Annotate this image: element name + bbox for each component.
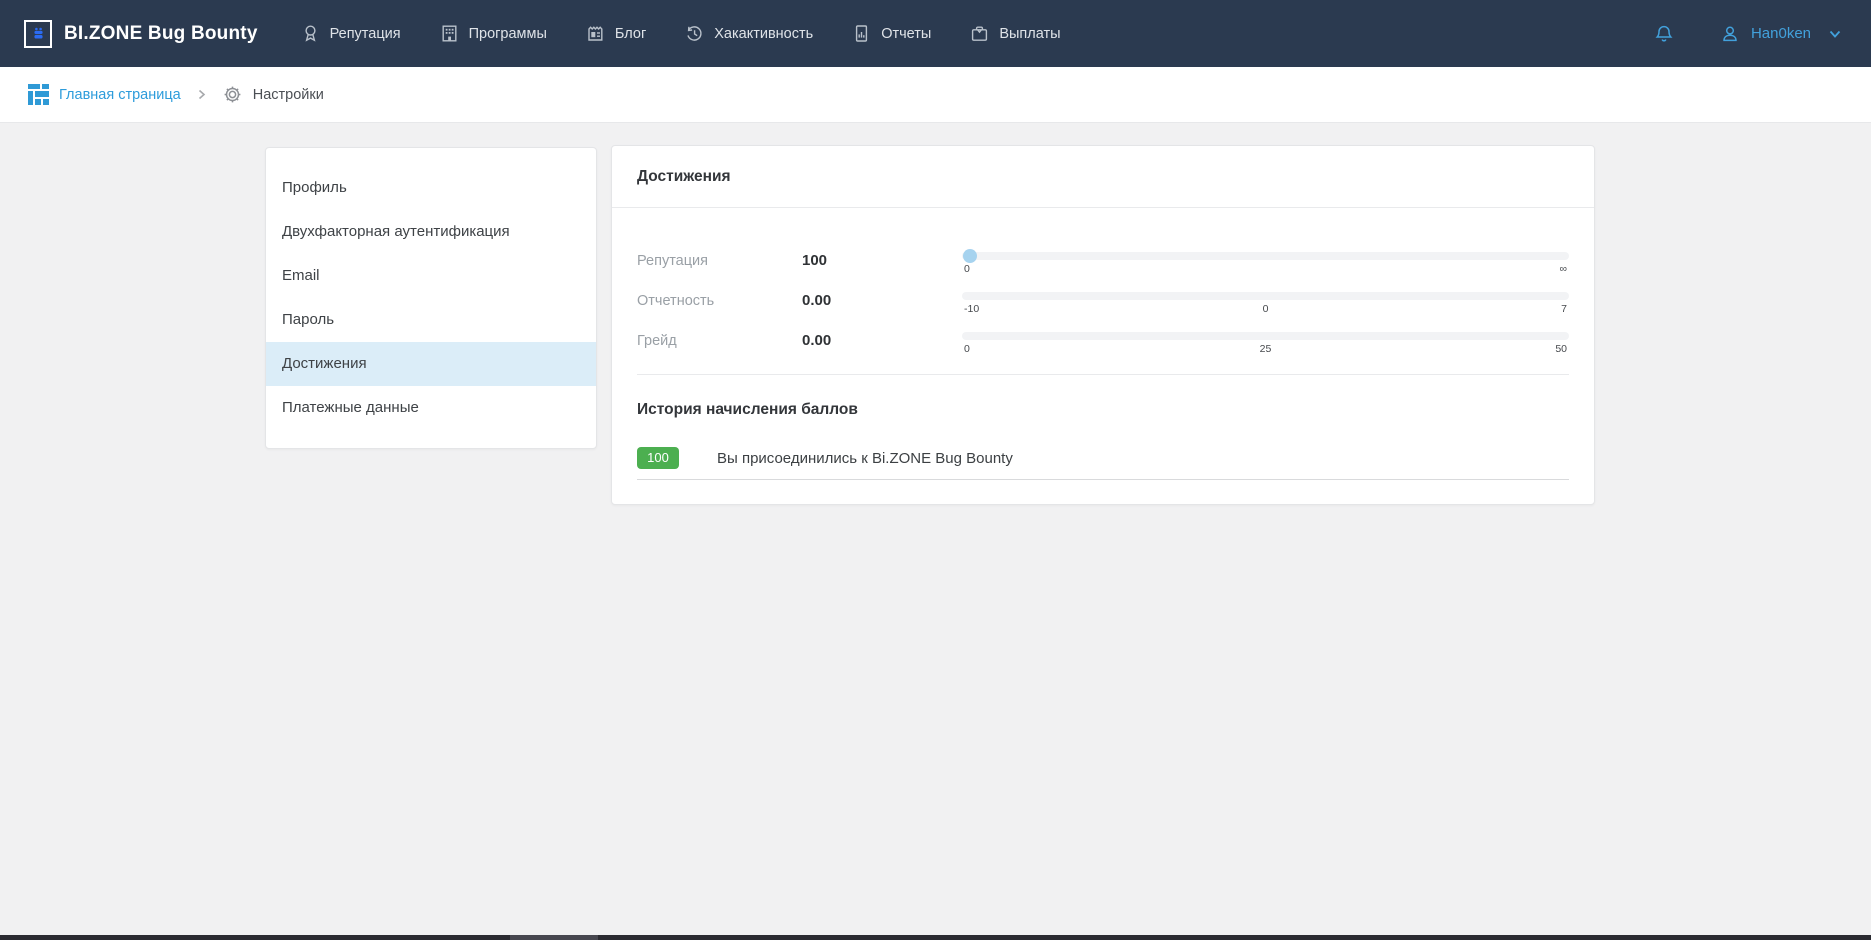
tick-max: 7 <box>1561 303 1567 315</box>
footer-edge <box>0 935 1871 940</box>
section-divider <box>637 374 1569 375</box>
sidebar-item-password[interactable]: Пароль <box>266 298 596 342</box>
chevron-down-icon <box>1827 26 1843 42</box>
nav-item-label: Хакактивность <box>714 26 813 42</box>
nav-item-reports[interactable]: Отчеты <box>851 23 931 44</box>
nav-item-label: Репутация <box>330 26 401 42</box>
metrics-section: Репутация 100 0 ∞ Отчетность 0.00 <box>612 208 1594 372</box>
metric-value: 0.00 <box>802 332 962 349</box>
nav-item-label: Отчеты <box>881 26 931 42</box>
breadcrumb: Главная страница Настройки <box>0 67 1871 123</box>
footer-edge-segment <box>510 935 598 940</box>
breadcrumb-current: Настройки <box>222 84 324 105</box>
slider-ticks: 0 25 50 <box>962 343 1569 357</box>
sidebar-item-email[interactable]: Email <box>266 254 596 298</box>
breadcrumb-home-link[interactable]: Главная страница <box>28 84 181 105</box>
history-section: История начисления баллов 100 Вы присоед… <box>612 401 1594 480</box>
nav-item-blog[interactable]: Блог <box>585 23 646 44</box>
sidebar-item-payment-data[interactable]: Платежные данные <box>266 386 596 430</box>
brand-logo[interactable]: BI.ZONE Bug Bounty <box>24 20 258 48</box>
dashboard-icon <box>28 84 49 105</box>
nav-item-hackactivity[interactable]: Хакактивность <box>684 23 813 44</box>
tick-max: ∞ <box>1560 263 1568 275</box>
brand-title: BI.ZONE Bug Bounty <box>64 23 258 45</box>
slider-track <box>962 252 1569 260</box>
metric-value: 0.00 <box>802 292 962 309</box>
bug-logo-icon <box>24 20 52 48</box>
nav-item-label: Блог <box>615 26 646 42</box>
points-badge: 100 <box>637 447 679 469</box>
history-entry: 100 Вы присоединились к Bi.ZONE Bug Boun… <box>637 447 1569 480</box>
history-title: История начисления баллов <box>637 401 1569 419</box>
sidebar-item-2fa[interactable]: Двухфакторная аутентификация <box>266 210 596 254</box>
report-icon <box>851 23 872 44</box>
person-icon <box>1719 23 1741 45</box>
building-icon <box>439 23 460 44</box>
user-menu[interactable]: Han0ken <box>1719 23 1843 45</box>
breadcrumb-current-label: Настройки <box>253 87 324 103</box>
metric-value: 100 <box>802 252 962 269</box>
nav-item-programs[interactable]: Программы <box>439 23 547 44</box>
metric-row-reputation: Репутация 100 0 ∞ <box>637 252 1569 292</box>
tick-mid: 25 <box>1260 343 1272 355</box>
breadcrumb-separator-icon <box>195 88 208 101</box>
main-navigation: Репутация Программы <box>300 23 1061 44</box>
achievements-card: Достижения Репутация 100 0 ∞ Отчетн <box>611 145 1595 505</box>
slider-knob <box>963 249 977 263</box>
slider-ticks: 0 ∞ <box>962 263 1569 277</box>
bell-icon[interactable] <box>1653 23 1675 45</box>
metric-row-reporting: Отчетность 0.00 -10 0 7 <box>637 292 1569 332</box>
tick-mid: 0 <box>1263 303 1269 315</box>
navbar-right: Han0ken <box>1653 23 1843 45</box>
slider-ticks: -10 0 7 <box>962 303 1569 317</box>
tick-min: -10 <box>964 303 979 315</box>
slider-track <box>962 332 1569 340</box>
breadcrumb-home-label: Главная страница <box>59 87 181 103</box>
nav-item-label: Программы <box>469 26 547 42</box>
card-title: Достижения <box>612 146 1594 208</box>
tick-min: 0 <box>964 343 970 355</box>
tick-min: 0 <box>964 263 970 275</box>
history-entry-text: Вы присоединились к Bi.ZONE Bug Bounty <box>717 450 1013 467</box>
medal-icon <box>300 23 321 44</box>
metric-row-grade: Грейд 0.00 0 25 50 <box>637 332 1569 372</box>
username: Han0ken <box>1751 25 1811 42</box>
nav-item-payouts[interactable]: Выплаты <box>969 23 1060 44</box>
metric-label: Грейд <box>637 332 802 349</box>
metric-slider: 0 ∞ <box>962 252 1569 277</box>
metric-label: Отчетность <box>637 292 802 309</box>
slider-track <box>962 292 1569 300</box>
nav-item-label: Выплаты <box>999 26 1060 42</box>
top-navbar: BI.ZONE Bug Bounty Репутация <box>0 0 1871 67</box>
settings-sidebar: Профиль Двухфакторная аутентификация Ema… <box>265 147 597 449</box>
metric-label: Репутация <box>637 252 802 269</box>
sidebar-item-achievements[interactable]: Достижения <box>266 342 596 386</box>
tick-max: 50 <box>1555 343 1567 355</box>
gear-icon <box>222 84 243 105</box>
history-icon <box>684 23 705 44</box>
metric-slider: -10 0 7 <box>962 292 1569 317</box>
nav-item-reputation[interactable]: Репутация <box>300 23 401 44</box>
metric-slider: 0 25 50 <box>962 332 1569 357</box>
sidebar-item-profile[interactable]: Профиль <box>266 166 596 210</box>
page-content: Профиль Двухфакторная аутентификация Ema… <box>0 123 1871 935</box>
news-icon <box>585 23 606 44</box>
payout-icon <box>969 23 990 44</box>
